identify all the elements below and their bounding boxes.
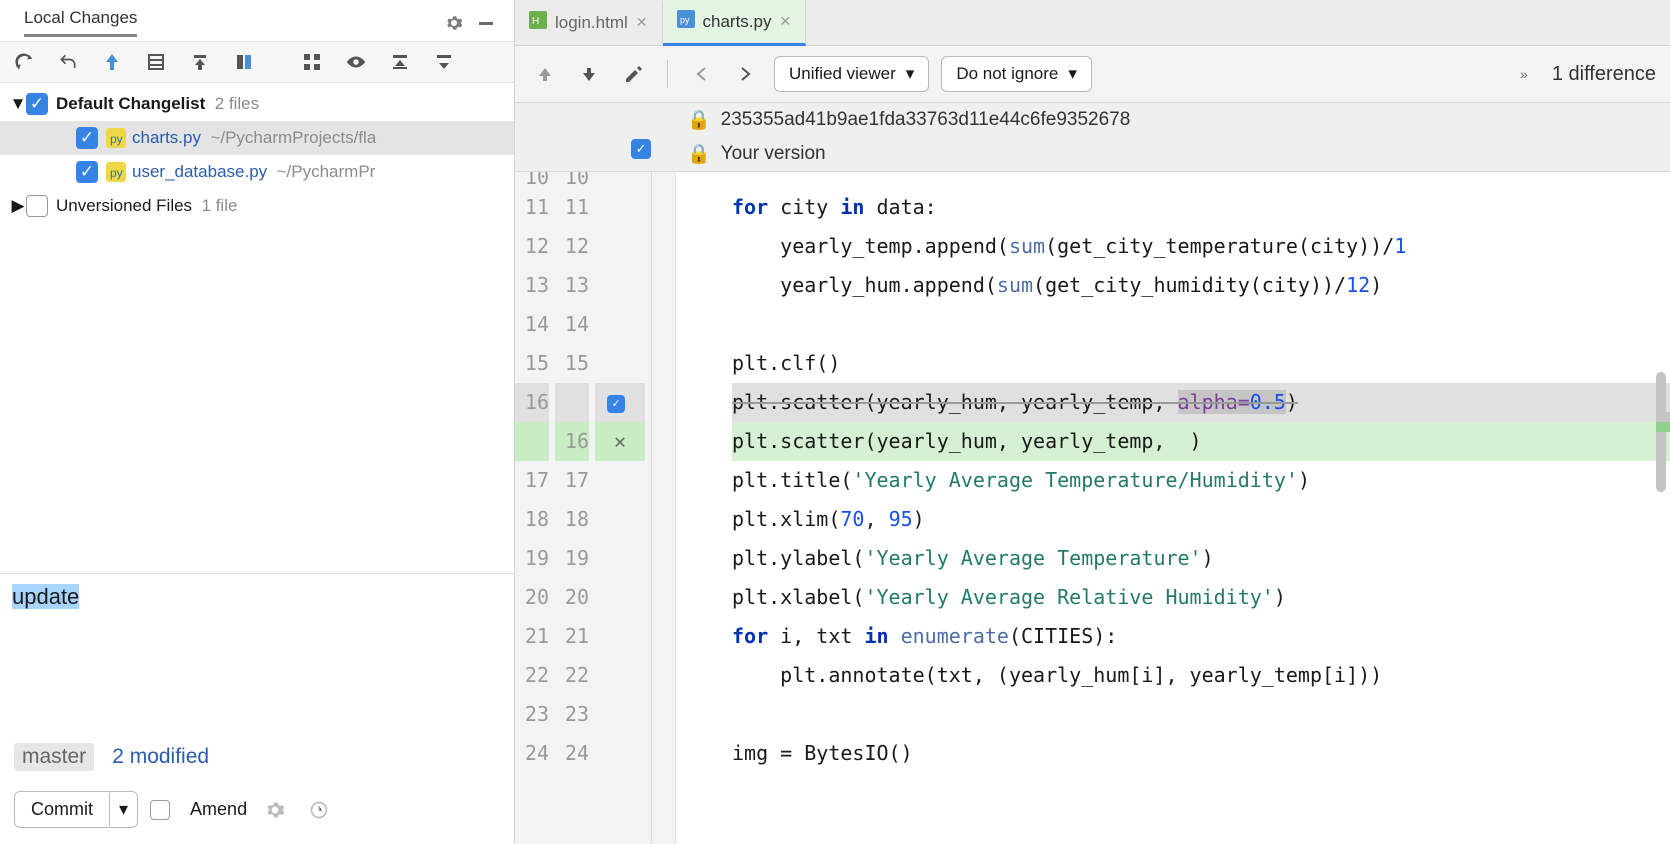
arrow-down-icon[interactable] [575, 60, 603, 88]
tab-label: login.html [555, 13, 628, 33]
unversioned-label: Unversioned Files [56, 196, 192, 216]
commit-button[interactable]: Commit ▾ [14, 791, 138, 828]
unversioned-checkbox[interactable] [26, 195, 48, 217]
line-checkbox[interactable]: ✓ [607, 395, 625, 413]
history-icon[interactable] [305, 796, 333, 824]
diff-count: 1 difference [1552, 63, 1656, 86]
gear-icon[interactable] [261, 796, 289, 824]
file-name: user_database.py [132, 162, 267, 182]
preview-icon[interactable] [342, 48, 370, 76]
close-icon[interactable]: ✕ [636, 14, 648, 31]
select-all-checkbox[interactable]: ✓ [631, 139, 651, 159]
code-diff-area[interactable]: 101112131415161718192021222324 101112131… [515, 172, 1670, 844]
diff-toolbar: Unified viewer ▾ Do not ignore ▾ » 1 dif… [515, 46, 1670, 103]
chevron-down-icon: ▾ [1068, 64, 1077, 84]
gutter-left: 101112131415161718192021222324 [515, 172, 555, 844]
more-icon[interactable]: » [1510, 60, 1538, 88]
svg-text:py: py [110, 166, 123, 180]
gutter-right: 101112131415161718192021222324 [555, 172, 595, 844]
changelist-count: 2 files [215, 94, 259, 114]
edit-icon[interactable] [619, 60, 647, 88]
branch-chip[interactable]: master [14, 743, 94, 771]
tab-label: charts.py [703, 12, 772, 32]
unversioned-row[interactable]: ▶ Unversioned Files 1 file [0, 189, 514, 223]
chevron-right-icon[interactable]: ▶ [10, 198, 26, 214]
file-path: ~/PycharmPr [277, 162, 376, 182]
code-content: for city in data: yearly_temp.append(sum… [676, 172, 1670, 844]
close-icon[interactable]: ✕ [614, 429, 626, 453]
arrow-up-icon[interactable] [531, 60, 559, 88]
commit-dropdown-icon[interactable]: ▾ [109, 793, 137, 826]
chevron-down-icon: ▾ [906, 64, 915, 84]
changelist-label: Default Changelist [56, 94, 205, 114]
modified-count[interactable]: 2 modified [112, 745, 209, 769]
amend-checkbox[interactable] [150, 800, 170, 820]
file-name: charts.py [132, 128, 201, 148]
diff-icon[interactable] [142, 48, 170, 76]
chevron-down-icon[interactable]: ▼ [10, 96, 26, 112]
your-version-label: Your version [721, 143, 826, 165]
html-file-icon: H [529, 11, 547, 34]
python-file-icon: py [677, 10, 695, 33]
nav-forward-icon[interactable] [732, 60, 760, 88]
diff-marker-deleted[interactable] [1656, 412, 1670, 422]
svg-text:py: py [110, 132, 123, 146]
diff-panel: H login.html ✕ py charts.py ✕ Unified vi… [515, 0, 1670, 844]
viewer-dropdown[interactable]: Unified viewer ▾ [774, 56, 929, 92]
changes-tree: ▼ ✓ Default Changelist 2 files ✓ py char… [0, 83, 514, 573]
rollback-icon[interactable] [54, 48, 82, 76]
gear-icon[interactable] [440, 9, 468, 37]
python-file-icon: py [106, 162, 126, 182]
tab-charts[interactable]: py charts.py ✕ [663, 0, 807, 46]
scrollbar[interactable] [1656, 372, 1666, 492]
amend-label: Amend [190, 799, 247, 820]
lock-icon: 🔒 [687, 142, 711, 166]
ignore-dropdown[interactable]: Do not ignore ▾ [941, 56, 1092, 92]
local-changes-panel: Local Changes ▼ ✓ Defaul [0, 0, 515, 844]
refresh-icon[interactable] [10, 48, 38, 76]
commit-message-input[interactable]: update [0, 573, 514, 733]
group-icon[interactable] [298, 48, 326, 76]
nav-back-icon[interactable] [688, 60, 716, 88]
tab-login[interactable]: H login.html ✕ [515, 1, 663, 44]
collapse-icon[interactable] [430, 48, 458, 76]
close-icon[interactable]: ✕ [779, 13, 791, 30]
diff-marker-added[interactable] [1656, 422, 1670, 432]
file-row-userdb[interactable]: ✓ py user_database.py ~/PycharmPr [0, 155, 514, 189]
file-path: ~/PycharmProjects/fla [210, 128, 376, 148]
file-checkbox[interactable]: ✓ [76, 127, 98, 149]
svg-text:py: py [680, 15, 690, 25]
changes-toolbar [0, 42, 514, 83]
changelist-icon[interactable] [230, 48, 258, 76]
shelve-icon[interactable] [186, 48, 214, 76]
gutter-actions: ✓ ✕ [595, 172, 651, 844]
changelist-checkbox[interactable]: ✓ [26, 93, 48, 115]
lock-icon: 🔒 [687, 108, 711, 132]
checkin-icon[interactable] [98, 48, 126, 76]
svg-text:H: H [532, 16, 539, 27]
expand-icon[interactable] [386, 48, 414, 76]
revision-hash: 235355ad41b9ae1fda33763d11e44c6fe9352678 [721, 109, 1131, 131]
editor-tabs: H login.html ✕ py charts.py ✕ [515, 0, 1670, 46]
panel-title: Local Changes [24, 8, 137, 37]
unversioned-count: 1 file [202, 196, 238, 216]
python-file-icon: py [106, 128, 126, 148]
changelist-default[interactable]: ▼ ✓ Default Changelist 2 files [0, 87, 514, 121]
file-checkbox[interactable]: ✓ [76, 161, 98, 183]
minimize-icon[interactable] [472, 9, 500, 37]
file-row-charts[interactable]: ✓ py charts.py ~/PycharmProjects/fla [0, 121, 514, 155]
commit-message-text: update [12, 584, 79, 609]
